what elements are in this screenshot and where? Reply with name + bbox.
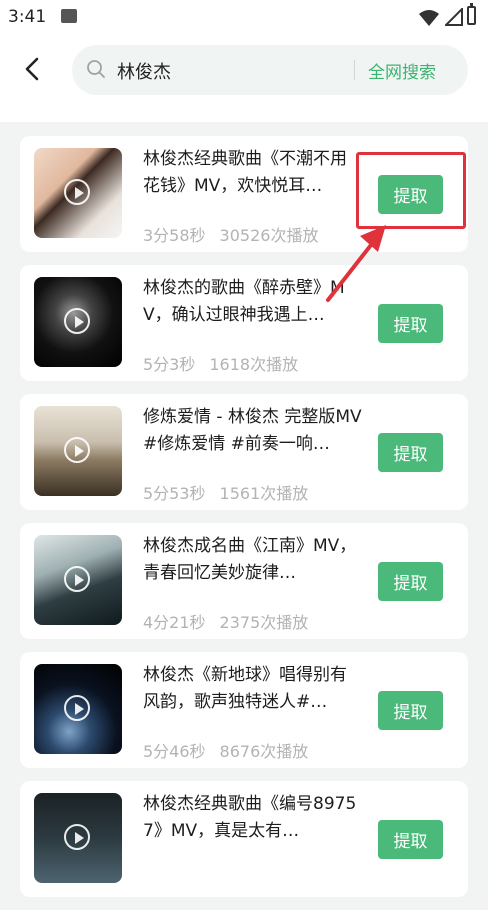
result-title[interactable]: 林俊杰《新地球》唱得别有风韵，歌声独特迷人#…: [143, 662, 363, 716]
result-card[interactable]: 林俊杰经典歌曲《编号89757》MV，真是太有… 提取: [20, 781, 468, 897]
video-thumbnail[interactable]: [34, 793, 122, 883]
result-title[interactable]: 林俊杰成名曲《江南》MV，青春回忆美妙旋律…: [143, 533, 363, 587]
video-thumbnail[interactable]: [34, 277, 122, 367]
result-duration: 5分46秒: [143, 742, 206, 761]
result-card[interactable]: 修炼爱情 - 林俊杰 完整版MV#修炼爱情 #前奏一响… 5分53秒 1561次播…: [20, 394, 468, 510]
result-meta: 5分3秒 1618次播放: [143, 351, 298, 375]
result-plays: 2375次播放: [219, 613, 309, 632]
search-divider: [354, 60, 355, 80]
result-title[interactable]: 修炼爱情 - 林俊杰 完整版MV#修炼爱情 #前奏一响…: [143, 404, 363, 458]
image-icon: [61, 9, 77, 23]
result-duration: 5分3秒: [143, 355, 196, 374]
result-card[interactable]: 林俊杰《新地球》唱得别有风韵，歌声独特迷人#… 5分46秒 8676次播放 提取: [20, 652, 468, 768]
video-thumbnail[interactable]: [34, 406, 122, 496]
status-bar: 3:41: [0, 0, 488, 34]
search-icon: [87, 60, 105, 78]
extract-button[interactable]: 提取: [378, 433, 443, 472]
battery-charging-icon: [467, 3, 476, 25]
search-header: 林俊杰 全网搜索: [0, 34, 488, 122]
result-plays: 1561次播放: [219, 484, 309, 503]
chevron-left-icon[interactable]: [20, 56, 46, 82]
result-plays: 8676次播放: [219, 742, 309, 761]
status-time: 3:41: [8, 7, 47, 27]
annotation-highlight-box: [356, 152, 466, 229]
extract-button[interactable]: 提取: [378, 691, 443, 730]
result-plays: 30526次播放: [219, 226, 319, 245]
extract-button[interactable]: 提取: [378, 562, 443, 601]
result-plays: 1618次播放: [209, 355, 299, 374]
video-thumbnail[interactable]: [34, 148, 122, 238]
result-duration: 3分58秒: [143, 226, 206, 245]
wifi-icon: [419, 10, 439, 26]
play-icon: [64, 566, 90, 592]
extract-button[interactable]: 提取: [378, 304, 443, 343]
search-bar[interactable]: 林俊杰 全网搜索: [72, 45, 468, 95]
video-thumbnail[interactable]: [34, 535, 122, 625]
play-icon: [64, 824, 90, 850]
cellular-icon: [445, 8, 463, 26]
result-card[interactable]: 林俊杰成名曲《江南》MV，青春回忆美妙旋律… 4分21秒 2375次播放 提取: [20, 523, 468, 639]
results-list: 林俊杰经典歌曲《不潮不用花钱》MV，欢快悦耳… 3分58秒 30526次播放 提取…: [20, 136, 468, 910]
result-meta: 5分53秒 1561次播放: [143, 480, 308, 504]
search-input[interactable]: 林俊杰: [117, 58, 171, 84]
play-icon: [64, 179, 90, 205]
video-thumbnail[interactable]: [34, 664, 122, 754]
result-meta: 3分58秒 30526次播放: [143, 222, 318, 246]
play-icon: [64, 695, 90, 721]
result-meta: 4分21秒 2375次播放: [143, 609, 308, 633]
result-duration: 4分21秒: [143, 613, 206, 632]
extract-button[interactable]: 提取: [378, 820, 443, 859]
result-duration: 5分53秒: [143, 484, 206, 503]
annotation-arrow-icon: [326, 225, 386, 302]
play-icon: [64, 308, 90, 334]
result-meta: [143, 867, 157, 886]
play-icon: [64, 437, 90, 463]
result-title[interactable]: 林俊杰经典歌曲《编号89757》MV，真是太有…: [143, 791, 363, 845]
search-all-web-button[interactable]: 全网搜索: [368, 58, 436, 83]
result-meta: 5分46秒 8676次播放: [143, 738, 308, 762]
result-card[interactable]: 林俊杰的歌曲《醉赤壁》MV，确认过眼神我遇上… 5分3秒 1618次播放 提取: [20, 265, 468, 381]
result-title[interactable]: 林俊杰经典歌曲《不潮不用花钱》MV，欢快悦耳…: [143, 146, 363, 200]
